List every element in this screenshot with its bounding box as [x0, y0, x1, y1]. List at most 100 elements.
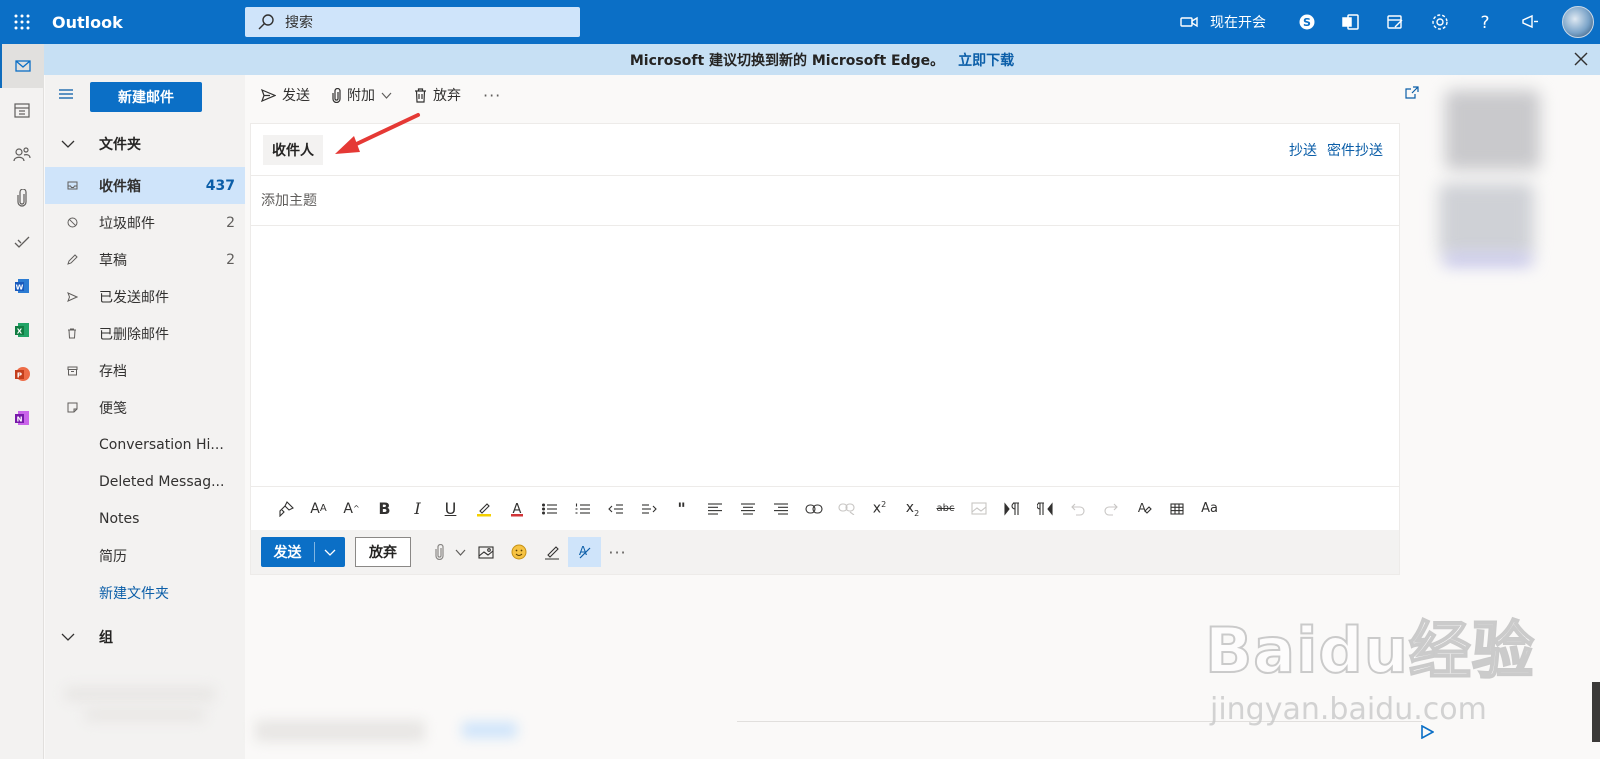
decrease-indent-icon[interactable]: [599, 494, 632, 524]
popout-icon[interactable]: [1405, 86, 1419, 99]
increase-indent-icon[interactable]: [632, 494, 665, 524]
signature-icon[interactable]: [535, 537, 568, 567]
folder-sent[interactable]: 已发送邮件: [45, 278, 245, 315]
ltr-icon[interactable]: [995, 494, 1028, 524]
send-button-label: 发送: [261, 542, 315, 562]
new-mail-button[interactable]: 新建邮件: [90, 82, 202, 112]
format-painter-icon[interactable]: [269, 494, 302, 524]
hamburger-icon[interactable]: [59, 89, 73, 99]
feedback-icon[interactable]: [1515, 0, 1545, 44]
attach-command[interactable]: 附加: [326, 85, 398, 105]
close-icon[interactable]: [1572, 50, 1590, 68]
highlight-icon[interactable]: [467, 494, 500, 524]
subscript-icon[interactable]: x2: [896, 494, 929, 524]
font-color-icon[interactable]: A: [500, 494, 533, 524]
link-icon[interactable]: [797, 494, 830, 524]
subject-input[interactable]: [261, 188, 961, 214]
undo-icon[interactable]: [1061, 494, 1094, 524]
discard-command[interactable]: 放弃: [408, 85, 467, 105]
app-launcher-icon[interactable]: [0, 0, 44, 44]
help-icon[interactable]: ?: [1470, 0, 1500, 44]
powerpoint-icon[interactable]: P: [0, 352, 44, 396]
send-icon: [261, 88, 276, 102]
editor-icon[interactable]: A: [568, 537, 601, 567]
to-button[interactable]: 收件人: [263, 135, 323, 165]
unlink-icon[interactable]: [830, 494, 863, 524]
calendar-icon[interactable]: [0, 88, 44, 132]
folder-deleted[interactable]: 已删除邮件: [45, 315, 245, 352]
discard-button[interactable]: 放弃: [355, 537, 411, 567]
new-folder-label: 新建文件夹: [99, 585, 169, 602]
send-command[interactable]: 发送: [255, 85, 316, 105]
scrollbar[interactable]: [1592, 682, 1600, 742]
people-icon[interactable]: [0, 132, 44, 176]
folder-resume[interactable]: 简历: [45, 537, 245, 574]
clear-format-icon[interactable]: A: [1127, 494, 1160, 524]
download-link[interactable]: 立即下载: [958, 50, 1014, 70]
folder-inbox[interactable]: 收件箱 437: [45, 167, 245, 204]
numbering-icon[interactable]: [566, 494, 599, 524]
picture-icon[interactable]: [962, 494, 995, 524]
font-size-decrease-icon[interactable]: AA: [302, 494, 335, 524]
rtl-icon[interactable]: [1028, 494, 1061, 524]
meet-now-label: 现在开会: [1210, 15, 1266, 31]
quote-icon[interactable]: ": [665, 494, 698, 524]
folder-conversation-history[interactable]: Conversation Hi...: [45, 426, 245, 463]
app-title[interactable]: Outlook: [52, 13, 242, 32]
chevron-down-icon[interactable]: [315, 549, 345, 556]
watermark: Baidu经验 jingyan.baidu.com: [1204, 600, 1535, 727]
groups-header[interactable]: 组: [45, 619, 245, 655]
folder-deleted-messages[interactable]: Deleted Messag...: [45, 463, 245, 500]
trash-icon: [68, 328, 76, 339]
office-icon[interactable]: [1336, 0, 1366, 44]
font-size-increase-icon[interactable]: A ^: [335, 494, 368, 524]
new-folder-link[interactable]: 新建文件夹: [45, 574, 245, 611]
folder-label: Notes: [99, 510, 140, 527]
discard-command-label: 放弃: [433, 88, 461, 104]
skype-icon[interactable]: S: [1292, 0, 1322, 44]
avatar[interactable]: [1562, 6, 1594, 38]
redo-icon[interactable]: [1094, 494, 1127, 524]
more-options-icon[interactable]: ···: [477, 86, 507, 105]
folder-archive[interactable]: 存档: [45, 352, 245, 389]
folders-header[interactable]: 文件夹: [45, 126, 245, 162]
superscript-icon[interactable]: x2: [863, 494, 896, 524]
folder-notes-custom[interactable]: Notes: [45, 500, 245, 537]
emoji-icon[interactable]: [502, 537, 535, 567]
folder-notes[interactable]: 便笺: [45, 389, 245, 426]
strikethrough-icon[interactable]: abc: [929, 494, 962, 524]
align-left-icon[interactable]: [698, 494, 731, 524]
meet-now-button[interactable]: 现在开会: [1180, 0, 1266, 44]
align-right-icon[interactable]: [764, 494, 797, 524]
italic-icon[interactable]: I: [401, 494, 434, 524]
settings-icon[interactable]: [1425, 0, 1455, 44]
folder-label: 已发送邮件: [99, 289, 169, 306]
bold-icon[interactable]: B: [368, 494, 401, 524]
word-icon[interactable]: W: [0, 264, 44, 308]
underline-icon[interactable]: U: [434, 494, 467, 524]
chevron-down-icon[interactable]: [451, 537, 469, 567]
mail-icon[interactable]: [0, 44, 44, 88]
attachments-icon[interactable]: [0, 176, 44, 220]
send-button[interactable]: 发送: [261, 537, 345, 567]
folder-junk[interactable]: 垃圾邮件 2: [45, 204, 245, 241]
onenote-icon[interactable]: N: [0, 396, 44, 440]
more-options-icon[interactable]: ···: [601, 537, 634, 567]
paperclip-icon[interactable]: [427, 537, 451, 567]
search-box[interactable]: 搜索: [245, 7, 580, 37]
subject-row: [251, 176, 1399, 226]
todo-icon[interactable]: [0, 220, 44, 264]
my-day-icon[interactable]: [1380, 0, 1410, 44]
table-icon[interactable]: [1160, 494, 1193, 524]
excel-icon[interactable]: X: [0, 308, 44, 352]
align-center-icon[interactable]: [731, 494, 764, 524]
bcc-link[interactable]: 密件抄送: [1327, 140, 1383, 160]
message-body-editor[interactable]: [251, 226, 1399, 484]
cc-link[interactable]: 抄送: [1289, 140, 1317, 160]
bullets-icon[interactable]: [533, 494, 566, 524]
change-case-icon[interactable]: Aa: [1193, 494, 1226, 524]
svg-text:N: N: [17, 416, 23, 424]
chevron-down-icon: [381, 92, 392, 99]
folder-drafts[interactable]: 草稿 2: [45, 241, 245, 278]
insert-picture-icon[interactable]: [469, 537, 502, 567]
